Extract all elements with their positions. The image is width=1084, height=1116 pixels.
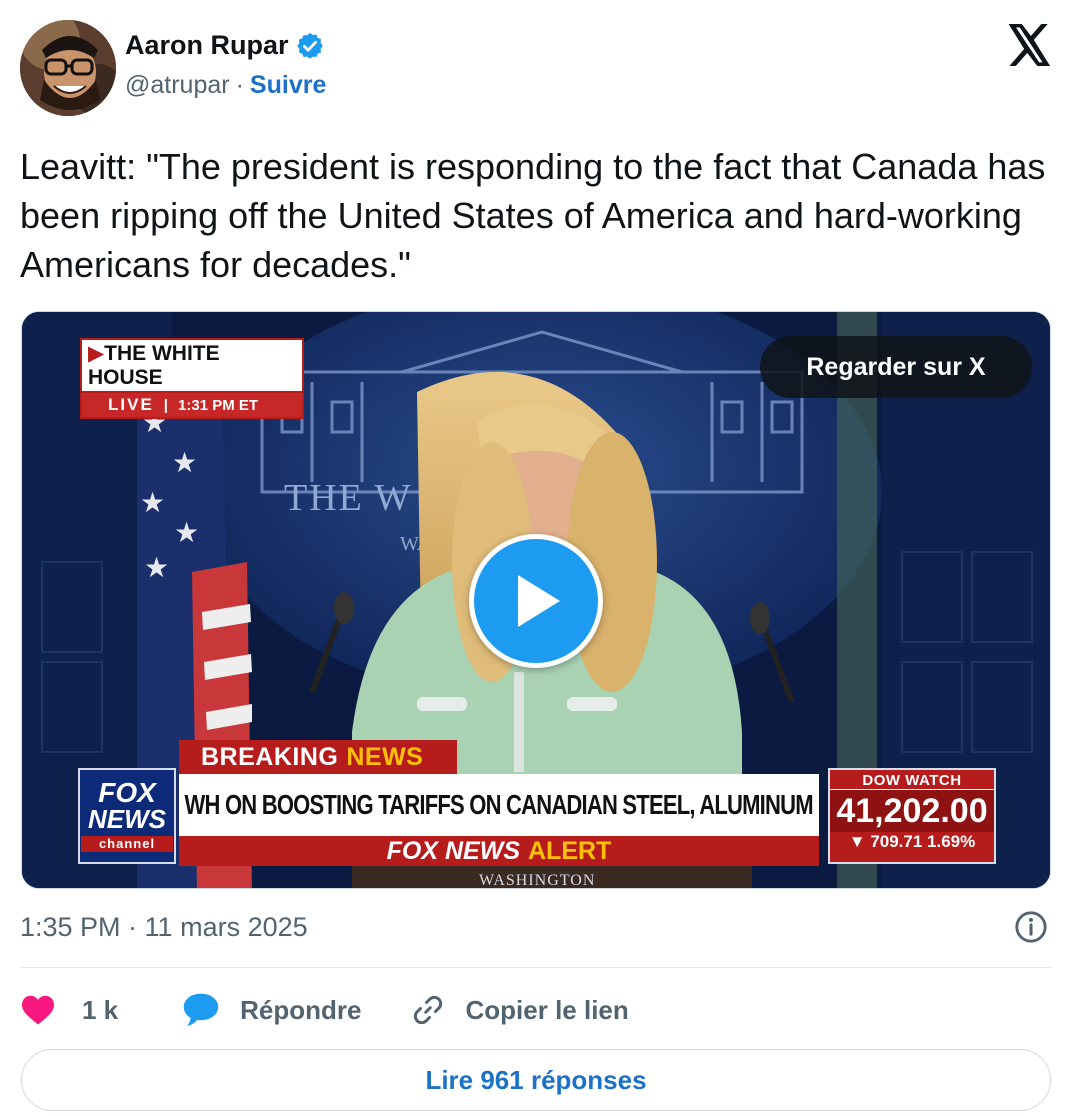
divider [20,967,1052,968]
info-icon[interactable] [1014,910,1048,944]
handle-row: @atrupar · Suivre [125,71,326,100]
live-label: LIVE [108,395,154,414]
verified-badge-icon [295,31,325,61]
x-logo-icon[interactable] [1008,24,1052,66]
fox-logo-line1: FOX [98,777,156,808]
dow-watch-ticker: DOW WATCH 41,202.00 ▼ 709.71 1.69% [828,768,996,864]
reply-label: Répondre [240,994,362,1025]
tweet-actions: 1 k Répondre Copier le lien [20,988,677,1032]
link-icon [413,995,442,1025]
alert-word: ALERT [528,836,612,865]
breaking-news-word: NEWS [346,742,424,771]
fox-logo-line3: channel [81,836,173,852]
copy-link-label: Copier le lien [465,994,629,1025]
live-time: 1:31 PM ET [178,396,259,414]
author-handle[interactable]: @atrupar [125,71,230,100]
author-name[interactable]: Aaron Rupar [125,30,326,61]
breaking-news-banner: BREAKING NEWS [179,740,457,774]
svg-text:★: ★ [174,517,199,548]
like-button[interactable]: 1 k [20,994,118,1026]
svg-text:★: ★ [144,552,169,583]
fox-news-alert-bar: FOX NEWS ALERT [179,836,819,866]
tweet-timestamp[interactable]: 1:35 PM · 11 mars 2025 [20,912,308,943]
like-count: 1 k [82,994,119,1025]
copy-link-button[interactable]: Copier le lien [410,992,629,1028]
avatar[interactable] [20,20,116,116]
reply-bubble-icon [183,993,219,1026]
video-player[interactable]: THE W OUSE WA ★ ★ ★ ★ ★ ▶THE WHITE HOUSE… [21,311,1051,889]
badge-title: THE WHITE HOUSE [88,342,220,389]
author-block: Aaron Rupar @atrupar · Suivre [125,30,326,100]
dow-change-row: ▼ 709.71 1.69% [830,832,994,852]
svg-text:★: ★ [140,487,165,518]
separator: · [235,71,244,99]
tweet-text: Leavitt: "The president is responding to… [20,146,1046,285]
play-triangle-icon: ▶ [88,342,105,365]
follow-button[interactable]: Suivre [250,71,326,100]
dow-value: 41,202.00 [830,790,994,832]
play-button[interactable] [469,534,603,668]
read-replies-button[interactable]: Lire 961 réponses [21,1049,1051,1111]
down-arrow-icon: ▼ [848,832,866,851]
fox-news-logo: FOX NEWS channel [78,768,176,864]
dow-title: DOW WATCH [830,770,994,790]
fox-logo-line2: NEWS [88,804,166,834]
news-headline: WH ON BOOSTING TARIFFS ON CANADIAN STEEL… [179,774,819,836]
watch-on-x-button[interactable]: Regarder sur X [760,336,1032,398]
alert-prefix: FOX NEWS [386,836,520,865]
breaking-label: BREAKING [201,742,339,771]
heart-icon [22,995,54,1025]
white-house-live-badge: ▶THE WHITE HOUSE LIVE | 1:31 PM ET [80,338,304,419]
play-icon [518,575,560,627]
podium-location: WASHINGTON [479,872,596,889]
svg-text:★: ★ [172,447,197,478]
dow-pct: 1.69% [927,832,976,851]
reply-button[interactable]: Répondre [182,992,362,1028]
dow-change: 709.71 [870,832,923,851]
author-name-text[interactable]: Aaron Rupar [125,30,289,61]
